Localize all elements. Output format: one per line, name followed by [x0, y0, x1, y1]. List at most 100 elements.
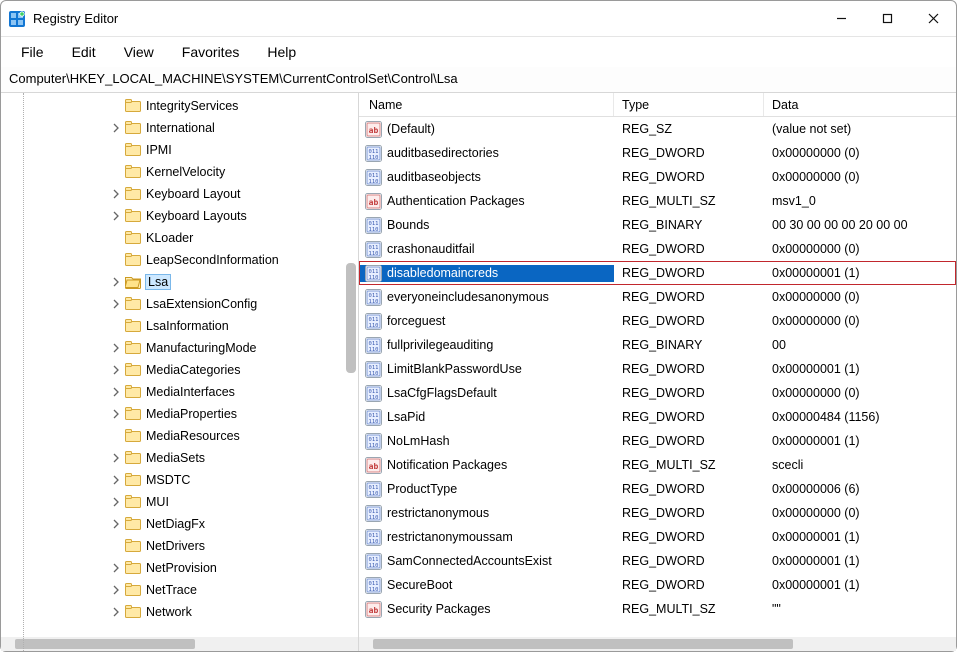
tree-vertical-scrollbar[interactable]	[346, 263, 356, 373]
value-row[interactable]: disabledomaincredsREG_DWORD0x00000001 (1…	[359, 261, 956, 285]
menu-view[interactable]: View	[110, 40, 168, 64]
chevron-right-icon[interactable]	[109, 583, 123, 597]
value-row[interactable]: LsaPidREG_DWORD0x00000484 (1156)	[359, 405, 956, 429]
value-row[interactable]: NoLmHashREG_DWORD0x00000001 (1)	[359, 429, 956, 453]
tree-node[interactable]: NetProvision	[1, 557, 358, 579]
column-header-data[interactable]: Data	[764, 93, 956, 116]
menu-edit[interactable]: Edit	[58, 40, 110, 64]
value-row[interactable]: restrictanonymoussamREG_DWORD0x00000001 …	[359, 525, 956, 549]
value-type: REG_DWORD	[614, 410, 764, 424]
value-name: LsaPid	[387, 410, 425, 424]
tree-node[interactable]: KernelVelocity	[1, 161, 358, 183]
tree-node-label: IntegrityServices	[146, 99, 238, 113]
menu-favorites[interactable]: Favorites	[168, 40, 254, 64]
binary-value-icon	[365, 361, 382, 378]
tree-node[interactable]: ManufacturingMode	[1, 337, 358, 359]
value-row[interactable]: auditbaseobjectsREG_DWORD0x00000000 (0)	[359, 165, 956, 189]
tree-node[interactable]: Lsa	[1, 271, 358, 293]
menu-help[interactable]: Help	[253, 40, 310, 64]
maximize-button[interactable]	[864, 1, 910, 37]
tree-node[interactable]: NetDrivers	[1, 535, 358, 557]
chevron-right-icon[interactable]	[109, 385, 123, 399]
tree-node-label: NetDiagFx	[146, 517, 205, 531]
tree-node[interactable]: LsaExtensionConfig	[1, 293, 358, 315]
tree-node[interactable]: IPMI	[1, 139, 358, 161]
tree-node[interactable]: KLoader	[1, 227, 358, 249]
value-name: restrictanonymoussam	[387, 530, 513, 544]
folder-icon	[125, 582, 141, 598]
chevron-right-icon[interactable]	[109, 605, 123, 619]
tree-node[interactable]: IntegrityServices	[1, 95, 358, 117]
value-type: REG_MULTI_SZ	[614, 194, 764, 208]
column-header-type[interactable]: Type	[614, 93, 764, 116]
chevron-right-icon[interactable]	[109, 517, 123, 531]
tree-node[interactable]: NetDiagFx	[1, 513, 358, 535]
close-button[interactable]	[910, 1, 956, 37]
tree-node[interactable]: LsaInformation	[1, 315, 358, 337]
minimize-button[interactable]	[818, 1, 864, 37]
value-type: REG_SZ	[614, 122, 764, 136]
value-row[interactable]: restrictanonymousREG_DWORD0x00000000 (0)	[359, 501, 956, 525]
value-row[interactable]: Authentication PackagesREG_MULTI_SZmsv1_…	[359, 189, 956, 213]
tree-node[interactable]: International	[1, 117, 358, 139]
value-type: REG_BINARY	[614, 218, 764, 232]
value-data: 0x00000000 (0)	[764, 314, 956, 328]
tree-node[interactable]: Keyboard Layout	[1, 183, 358, 205]
value-row[interactable]: LsaCfgFlagsDefaultREG_DWORD0x00000000 (0…	[359, 381, 956, 405]
value-row[interactable]: (Default)REG_SZ(value not set)	[359, 117, 956, 141]
chevron-right-icon[interactable]	[109, 341, 123, 355]
tree-node-label: NetProvision	[146, 561, 217, 575]
value-name: forceguest	[387, 314, 445, 328]
value-row[interactable]: fullprivilegeauditingREG_BINARY00	[359, 333, 956, 357]
value-row[interactable]: forceguestREG_DWORD0x00000000 (0)	[359, 309, 956, 333]
value-name: SamConnectedAccountsExist	[387, 554, 552, 568]
value-row[interactable]: crashonauditfailREG_DWORD0x00000000 (0)	[359, 237, 956, 261]
window-title: Registry Editor	[33, 11, 118, 26]
chevron-right-icon[interactable]	[109, 407, 123, 421]
chevron-right-icon[interactable]	[109, 495, 123, 509]
binary-value-icon	[365, 385, 382, 402]
tree-node-label: LsaExtensionConfig	[146, 297, 257, 311]
value-row[interactable]: Notification PackagesREG_MULTI_SZscecli	[359, 453, 956, 477]
tree-node[interactable]: Network	[1, 601, 358, 623]
tree-node[interactable]: LeapSecondInformation	[1, 249, 358, 271]
chevron-right-icon[interactable]	[109, 297, 123, 311]
chevron-right-icon[interactable]	[109, 187, 123, 201]
tree-node[interactable]: MediaResources	[1, 425, 358, 447]
value-row[interactable]: everyoneincludesanonymousREG_DWORD0x0000…	[359, 285, 956, 309]
chevron-right-icon[interactable]	[109, 473, 123, 487]
tree-node[interactable]: NetTrace	[1, 579, 358, 601]
tree-node[interactable]: Keyboard Layouts	[1, 205, 358, 227]
tree-node[interactable]: MediaInterfaces	[1, 381, 358, 403]
chevron-right-icon[interactable]	[109, 451, 123, 465]
folder-icon	[125, 208, 141, 224]
folder-icon	[125, 472, 141, 488]
tree-node[interactable]: MediaProperties	[1, 403, 358, 425]
address-bar[interactable]: Computer\HKEY_LOCAL_MACHINE\SYSTEM\Curre…	[1, 67, 956, 93]
value-row[interactable]: LimitBlankPasswordUseREG_DWORD0x00000001…	[359, 357, 956, 381]
menu-file[interactable]: File	[7, 40, 58, 64]
folder-icon	[125, 428, 141, 444]
chevron-right-icon[interactable]	[109, 561, 123, 575]
value-name: Bounds	[387, 218, 429, 232]
tree-node-label: NetDrivers	[146, 539, 205, 553]
chevron-right-icon[interactable]	[109, 209, 123, 223]
tree-node[interactable]: MediaSets	[1, 447, 358, 469]
chevron-right-icon[interactable]	[109, 121, 123, 135]
value-row[interactable]: BoundsREG_BINARY00 30 00 00 00 20 00 00	[359, 213, 956, 237]
chevron-right-icon[interactable]	[109, 275, 123, 289]
tree-horizontal-scrollbar[interactable]	[1, 637, 358, 651]
tree-node[interactable]: MediaCategories	[1, 359, 358, 381]
tree-node[interactable]: MSDTC	[1, 469, 358, 491]
value-row[interactable]: ProductTypeREG_DWORD0x00000006 (6)	[359, 477, 956, 501]
value-row[interactable]: Security PackagesREG_MULTI_SZ""	[359, 597, 956, 621]
folder-icon	[125, 98, 141, 114]
value-row[interactable]: SamConnectedAccountsExistREG_DWORD0x0000…	[359, 549, 956, 573]
value-row[interactable]: auditbasedirectoriesREG_DWORD0x00000000 …	[359, 141, 956, 165]
chevron-right-icon[interactable]	[109, 363, 123, 377]
column-header-name[interactable]: Name	[359, 93, 614, 116]
folder-icon	[125, 274, 141, 290]
value-row[interactable]: SecureBootREG_DWORD0x00000001 (1)	[359, 573, 956, 597]
tree-node[interactable]: MUI	[1, 491, 358, 513]
values-horizontal-scrollbar[interactable]	[359, 637, 956, 651]
